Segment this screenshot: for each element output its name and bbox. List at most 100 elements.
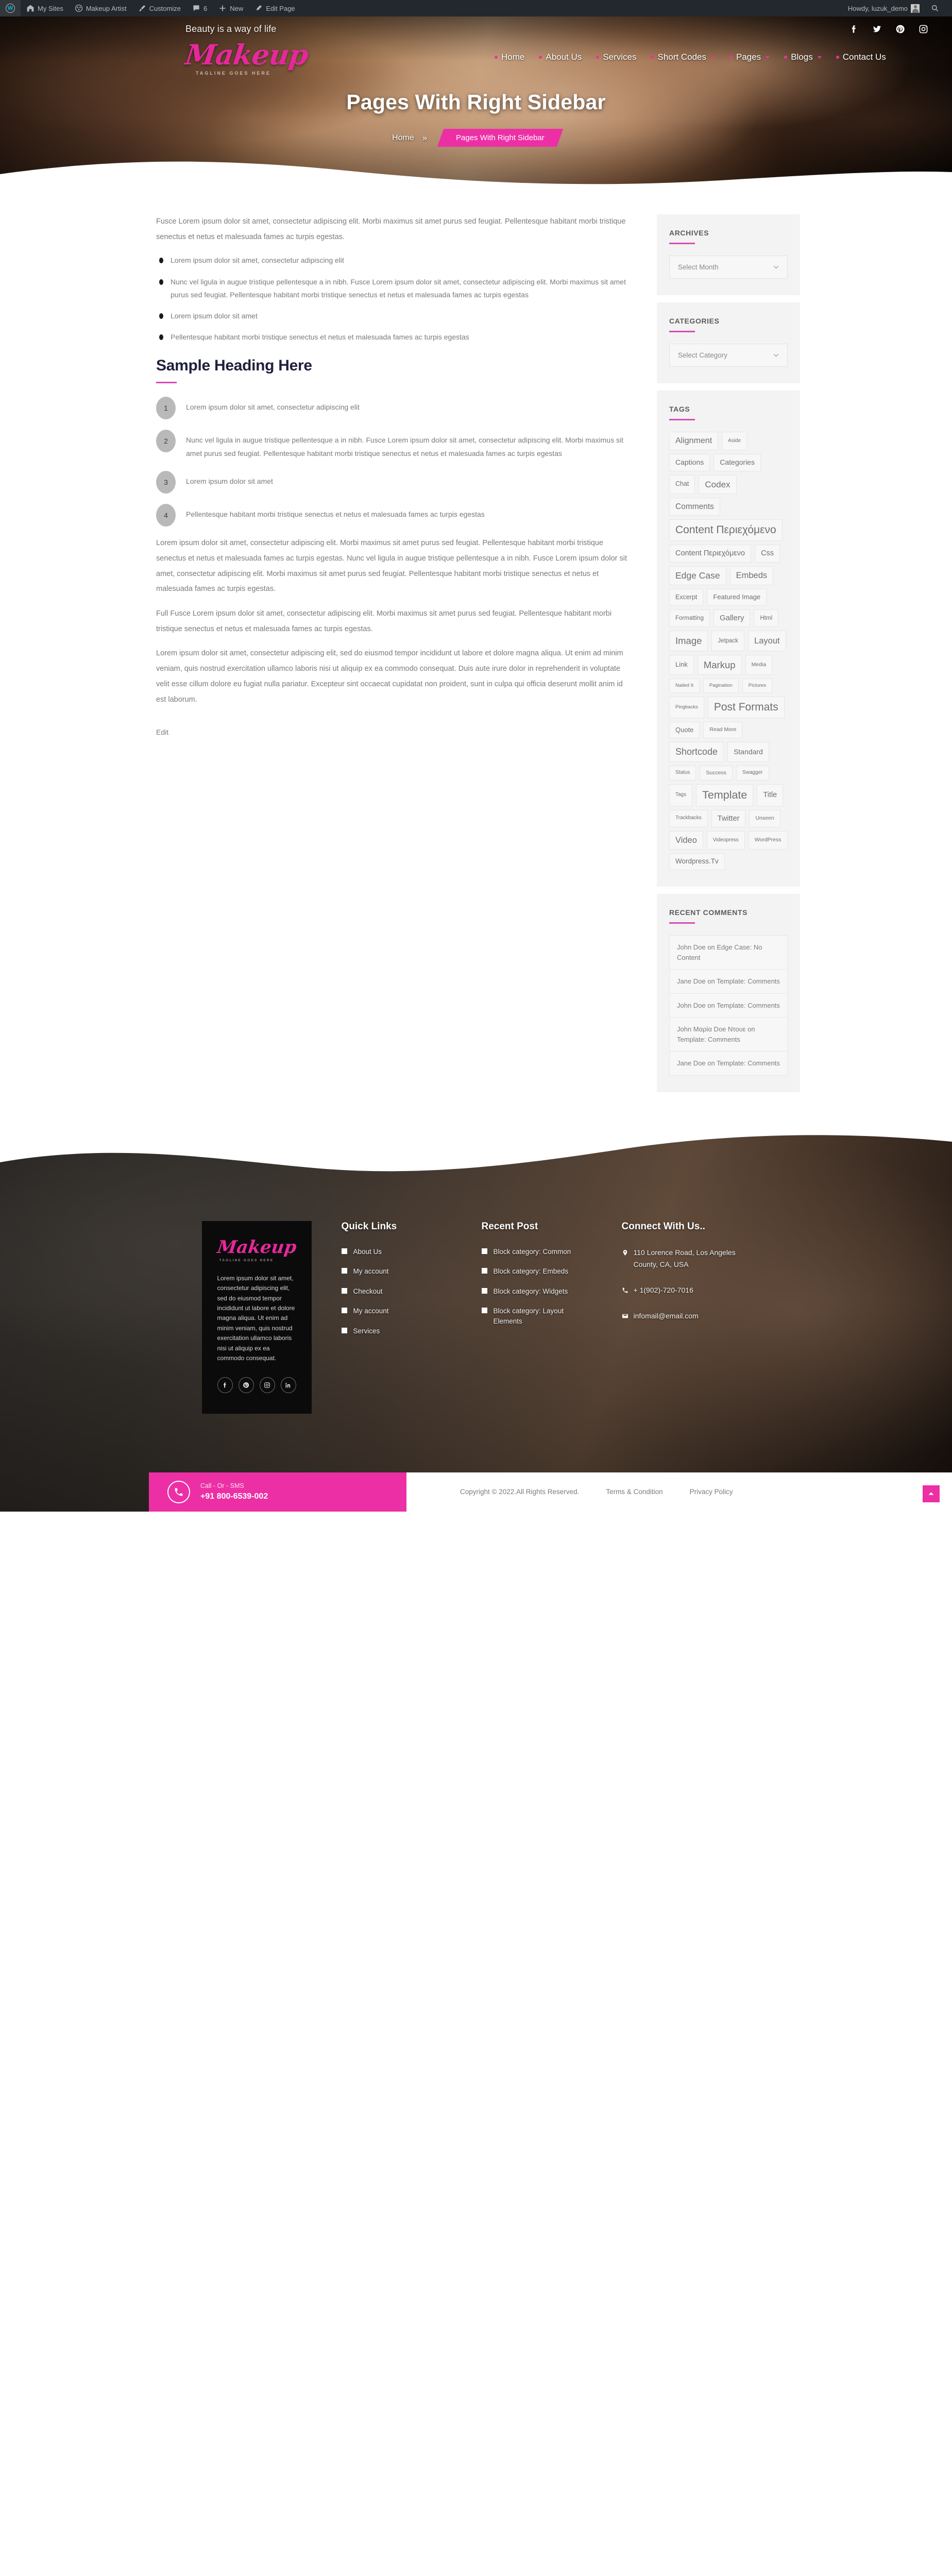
tag-chip[interactable]: Media	[745, 654, 773, 675]
recent-post-item[interactable]: Block category: Common	[481, 1247, 592, 1257]
contact-email-row[interactable]: infomail@email.com	[622, 1310, 746, 1323]
contact-phone-row[interactable]: + 1(902)-720-7016	[622, 1284, 746, 1297]
tag-chip[interactable]: Chat	[669, 474, 695, 494]
tag-chip[interactable]: Videopress	[706, 831, 745, 850]
tag-chip[interactable]: Unseen	[749, 809, 780, 827]
tag-chip[interactable]: Layout	[748, 631, 786, 651]
tag-chip[interactable]: Tags	[669, 784, 693, 806]
quick-link-item[interactable]: My account	[341, 1306, 452, 1316]
footer-instagram-button[interactable]	[259, 1377, 275, 1393]
tag-chip[interactable]: Pagination	[703, 678, 739, 693]
tag-chip[interactable]: Post Formats	[707, 696, 785, 718]
tag-chip[interactable]: Success	[700, 765, 733, 781]
facebook-icon[interactable]	[849, 24, 859, 34]
wordpress-logo-menu[interactable]: W	[0, 0, 21, 16]
tag-chip[interactable]: Jetpack	[711, 631, 745, 651]
tag-chip[interactable]: Html	[754, 609, 779, 628]
admin-bar-site-name[interactable]: Makeup Artist	[69, 0, 132, 16]
footer-recent-post-column: Recent Post Block category: Common Block…	[452, 1221, 592, 1414]
quick-link-item[interactable]: Checkout	[341, 1286, 452, 1297]
tag-chip[interactable]: Captions	[669, 454, 710, 471]
tag-chip[interactable]: Alignment	[669, 432, 719, 450]
nav-item-pages[interactable]: Pages	[729, 52, 770, 62]
privacy-link[interactable]: Privacy Policy	[690, 1488, 733, 1496]
tag-chip[interactable]: Status	[669, 765, 696, 781]
nav-item-contact-us[interactable]: Contact Us	[836, 52, 886, 62]
admin-bar-edit-page[interactable]: Edit Page	[249, 0, 300, 16]
tag-chip[interactable]: Content Περιεχόμενο	[669, 519, 783, 541]
tag-chip[interactable]: Categories	[713, 454, 761, 471]
tag-chip[interactable]: WordPress	[748, 831, 788, 850]
nav-item-home[interactable]: Home	[495, 52, 524, 62]
tag-chip[interactable]: Wordpress.Tv	[669, 853, 725, 871]
tag-chip[interactable]: Comments	[669, 497, 720, 516]
nav-item-about-us[interactable]: About Us	[539, 52, 582, 62]
recent-comment-item[interactable]: John Μαρία Doe Ντουε on Template: Commen…	[670, 1018, 787, 1052]
tag-chip[interactable]: Shortcode	[669, 742, 724, 762]
tag-chip[interactable]: Edge Case	[669, 566, 726, 586]
page-title: Pages With Right Sidebar	[346, 90, 606, 114]
admin-bar-comments[interactable]: 6	[186, 0, 213, 16]
breadcrumb-home-link[interactable]: Home	[392, 133, 422, 143]
tag-chip[interactable]: Content Περιεχόμενο	[669, 545, 752, 563]
nav-item-services[interactable]: Services	[596, 52, 636, 62]
categories-select[interactable]: Select Category	[669, 344, 788, 367]
pinterest-icon[interactable]	[895, 24, 905, 34]
twitter-icon[interactable]	[872, 24, 882, 34]
recent-post-item[interactable]: Block category: Embeds	[481, 1266, 592, 1277]
recent-comment-item[interactable]: John Doe on Edge Case: No Content	[670, 936, 787, 970]
bullet-list: Lorem ipsum dolor sit amet, consectetur …	[159, 254, 634, 344]
tag-chip[interactable]: Link	[669, 654, 694, 675]
footer-facebook-button[interactable]	[217, 1377, 233, 1393]
admin-bar-new[interactable]: New	[213, 0, 249, 16]
recent-comment-item[interactable]: John Doe on Template: Comments	[670, 994, 787, 1018]
widget-title-underline	[669, 922, 695, 924]
tag-chip[interactable]: Featured Image	[707, 589, 767, 606]
admin-bar-search[interactable]	[925, 0, 945, 16]
tag-chip[interactable]: Embeds	[729, 566, 774, 586]
tag-chip[interactable]: Image	[669, 631, 708, 651]
scroll-to-top-button[interactable]	[923, 1485, 940, 1502]
admin-bar-my-sites[interactable]: My Sites	[21, 0, 69, 16]
tag-chip[interactable]: Standard	[727, 742, 769, 762]
tag-chip[interactable]: Pingbacks	[669, 696, 704, 718]
tag-chip[interactable]: Quote	[669, 721, 700, 738]
tag-chip[interactable]: Pictures	[742, 678, 773, 693]
recent-comment-item[interactable]: Jane Doe on Template: Comments	[670, 970, 787, 994]
tag-chip[interactable]: Markup	[697, 654, 742, 675]
tag-chip[interactable]: Excerpt	[669, 589, 704, 606]
tag-chip[interactable]: Template	[696, 784, 754, 806]
admin-bar-customize[interactable]: Customize	[132, 0, 186, 16]
call-or-sms-block[interactable]: Call - Or - SMS +91 800-6539-002	[149, 1472, 406, 1512]
tag-chip[interactable]: Swagger	[736, 765, 769, 781]
tag-chip[interactable]: Title	[757, 784, 784, 806]
quick-link-item[interactable]: About Us	[341, 1247, 452, 1257]
tag-chip[interactable]: Gallery	[713, 609, 751, 628]
tag-chip[interactable]: Twitter	[711, 809, 746, 827]
archives-select[interactable]: Select Month	[669, 256, 788, 279]
tag-chip[interactable]: Codex	[699, 474, 737, 494]
tag-chip[interactable]: Aside	[722, 432, 747, 450]
tag-chip[interactable]: Formatting	[669, 609, 710, 628]
tag-chip[interactable]: Read More	[703, 721, 743, 738]
tag-chip[interactable]: Video	[669, 831, 703, 850]
envelope-icon	[622, 1314, 628, 1318]
nav-item-blogs[interactable]: Blogs	[784, 52, 822, 62]
quick-link-item[interactable]: My account	[341, 1266, 452, 1277]
terms-link[interactable]: Terms & Condition	[606, 1488, 662, 1496]
quick-link-item[interactable]: Services	[341, 1326, 452, 1336]
tag-chip[interactable]: Css	[755, 545, 780, 563]
admin-bar-account[interactable]: Howdy, luzuk_demo	[842, 0, 925, 16]
nav-item-about-us-label: About Us	[546, 52, 582, 62]
recent-comment-item[interactable]: Jane Doe on Template: Comments	[670, 1052, 787, 1075]
tag-chip[interactable]: Trackbacks	[669, 809, 708, 827]
edit-link[interactable]: Edit	[156, 728, 168, 736]
recent-post-item[interactable]: Block category: Widgets	[481, 1286, 592, 1297]
site-logo[interactable]: Makeup TAGLINE GOES HERE	[183, 38, 325, 76]
tag-chip[interactable]: Nailed It	[669, 678, 700, 693]
instagram-icon[interactable]	[919, 24, 928, 34]
footer-linkedin-button[interactable]	[280, 1377, 296, 1393]
recent-post-item[interactable]: Block category: Layout Elements	[481, 1306, 592, 1326]
footer-pinterest-button[interactable]	[238, 1377, 254, 1393]
nav-item-short-codes[interactable]: Short Codes	[651, 52, 715, 62]
